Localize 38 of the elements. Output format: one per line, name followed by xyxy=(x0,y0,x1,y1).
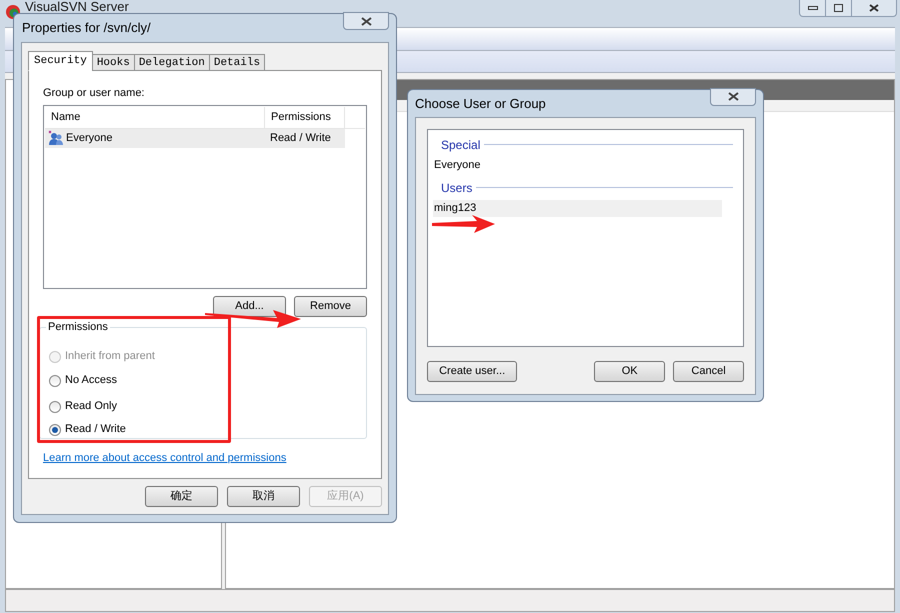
button[interactable]: 取消 xyxy=(227,486,300,507)
close-icon xyxy=(869,4,879,12)
close-button[interactable] xyxy=(710,88,756,106)
dialog-title: Choose User or Group xyxy=(415,94,546,113)
column-header[interactable]: Permissions xyxy=(265,106,345,128)
tab[interactable]: Delegation xyxy=(134,54,210,71)
button[interactable]: OK xyxy=(594,361,666,382)
button[interactable]: Create user... xyxy=(427,361,518,382)
table-cell-text: Read / Write xyxy=(269,130,332,146)
radio-label[interactable]: Read / Write xyxy=(65,421,126,438)
close-icon xyxy=(728,92,738,101)
radio-label[interactable]: No Access xyxy=(65,372,117,389)
users-icon xyxy=(48,130,64,146)
dialog-title: Properties for /svn/cly/ xyxy=(22,19,151,38)
help-link[interactable]: Learn more about access control and permissions xyxy=(43,450,286,466)
list-row[interactable]: Everyone Read / Write xyxy=(45,128,345,148)
close-icon xyxy=(360,16,372,26)
list-item[interactable]: ming123 xyxy=(433,200,722,217)
radio-button[interactable] xyxy=(49,374,61,386)
table-cell-text: Everyone xyxy=(66,130,112,146)
window-title: VisualSVN Server xyxy=(25,0,129,13)
radio-label[interactable]: Read Only xyxy=(65,398,117,415)
radio-button[interactable] xyxy=(49,424,61,436)
tab[interactable]: Details xyxy=(208,54,266,71)
button[interactable]: Remove xyxy=(294,296,367,316)
tab[interactable]: Hooks xyxy=(92,54,135,71)
button[interactable]: Add... xyxy=(213,296,286,316)
button[interactable]: 确定 xyxy=(145,486,218,507)
button[interactable]: Cancel xyxy=(673,361,744,382)
tab[interactable]: Security xyxy=(28,51,93,71)
arrow-drawing xyxy=(432,215,496,234)
close-button[interactable] xyxy=(343,12,389,30)
column-header[interactable]: Name xyxy=(45,106,265,128)
list-label: Group or user name: xyxy=(43,86,146,101)
group-heading: Users xyxy=(441,180,472,196)
radio-label: Inherit from parent xyxy=(65,349,155,364)
group-heading: Special xyxy=(441,136,480,154)
radio-button[interactable] xyxy=(49,400,61,412)
